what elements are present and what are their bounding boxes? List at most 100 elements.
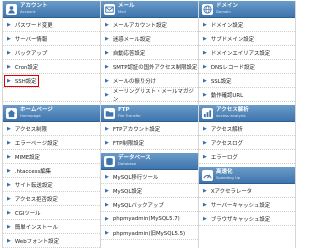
menu-item-htaccess[interactable]: ▶ .htaccess編集 [3,164,100,178]
menu-item-access-analytics[interactable]: ▶ アクセス解析 [199,122,295,136]
arrow-right-icon: ▶ [203,139,207,146]
menu-item-mysql-migrate[interactable]: ▶ MySQL移行ツール [101,170,198,184]
menu-item-dns-record[interactable]: ▶ DNSレコード設定 [199,60,295,74]
arrow-right-icon: ▶ [7,181,11,188]
menu-item-mysql-backup[interactable]: ▶ MySQLバックアップ [101,198,198,212]
arrow-right-icon: ▶ [105,49,109,56]
menu-item-ftp-account[interactable]: ▶ FTPアカウント設定 [101,122,198,136]
panel-grid: アカウント Account ▶ パスワード変更 ▶ サーバー情報 ▶ バックアップ ▶… [2,1,296,248]
arrow-right-icon: ▶ [105,201,109,208]
arrow-right-icon: ▶ [203,49,207,56]
server-panel: アカウント Account ▶ パスワード変更 ▶ サーバー情報 ▶ バックアップ ▶… [0,0,300,248]
speedup-subtitle: Speeding Up [216,175,241,181]
menu-item-cgi[interactable]: ▶ CGIツール [3,206,100,220]
menu-item-access-deny[interactable]: ▶ アクセス拒否設定 [3,192,100,206]
arrow-right-icon: ▶ [105,91,109,98]
menu-item-error-log[interactable]: ▶ エラーログ [199,150,295,164]
menu-item-mailing-list[interactable]: ▶ メーリングリスト・メールマガジン [101,88,198,103]
menu-item-password[interactable]: ▶ パスワード変更 [3,18,100,32]
arrow-right-icon: ▶ [203,215,207,222]
analytics-header: アクセス解析 Access analysis [199,105,295,122]
arrow-right-icon: ▶ [7,125,11,132]
domain-subtitle: Domain [216,9,231,15]
menu-item-access-limit[interactable]: ▶ アクセス制限 [3,122,100,136]
menu-item-phpmyadmin-55[interactable]: ▶ phpmyadmin(旧MySQL5.5) [101,226,198,240]
empty-row [3,88,100,102]
menu-item-domain-alias[interactable]: ▶ ドメインエイリアス設定 [199,46,295,60]
analytics-subtitle: Access analysis [216,113,246,119]
menu-item-ftp-limit[interactable]: ▶ FTP制限設定 [101,136,198,150]
chart-icon [202,107,213,119]
arrow-right-icon: ▶ [105,215,109,222]
speed-icon [202,169,213,181]
domain-menu: ▶ ドメイン設定 ▶ サブドメイン設定 ▶ ドメインエイリアス設定 ▶ DNSレコード設… [199,18,295,102]
arrow-right-icon: ▶ [7,35,11,42]
menu-item-error-page[interactable]: ▶ エラーページ設定 [3,136,100,150]
folder-icon [104,107,115,119]
menu-item-domain-settings[interactable]: ▶ ドメイン設定 [199,18,295,32]
homepage-menu: ▶ アクセス制限 ▶ エラーページ設定 ▶ MIME設定 ▶ .htaccess編集 ▶… [3,122,100,248]
menu-item-site-redirect[interactable]: ▶ サイト転送設定 [3,178,100,192]
database-subtitle: Database [118,161,137,167]
user-icon [6,3,17,15]
arrow-right-icon: ▶ [7,223,11,230]
arrow-right-icon: ▶ [7,139,11,146]
account-menu: ▶ パスワード変更 ▶ サーバー情報 ▶ バックアップ ▶ Cron設定 ▶ SSH設定 [3,18,100,102]
arrow-right-icon: ▶ [7,167,11,174]
arrow-right-icon: ▶ [7,21,11,28]
menu-item-web-font[interactable]: ▶ Webフォント設定 [3,234,100,248]
mail-header: メール Mail [101,1,198,18]
menu-item-ssh[interactable]: ▶ SSH設定 [3,74,40,88]
arrow-right-icon: ▶ [203,153,207,160]
menu-item-ssl[interactable]: ▶ SSL設定 [199,74,295,88]
menu-item-server-cache[interactable]: ▶ サーバーキャッシュ設定 [199,198,295,212]
menu-item-mail-account[interactable]: ▶ メールアカウント設定 [101,18,198,32]
menu-item-spam[interactable]: ▶ 迷惑メール設定 [101,32,198,46]
arrow-right-icon: ▶ [105,77,109,84]
arrow-right-icon: ▶ [203,35,207,42]
ftp-menu: ▶ FTPアカウント設定 ▶ FTP制限設定 [101,122,198,150]
arrow-right-icon: ▶ [105,125,109,132]
arrow-right-icon: ▶ [105,35,109,42]
arrow-right-icon: ▶ [105,63,109,70]
menu-item-access-log[interactable]: ▶ アクセスログ [199,136,295,150]
menu-item-subdomain[interactable]: ▶ サブドメイン設定 [199,32,295,46]
arrow-right-icon: ▶ [7,153,11,160]
arrow-right-icon: ▶ [7,49,11,56]
menu-item-browser-cache[interactable]: ▶ ブラウザキャッシュ設定 [199,212,295,226]
database-menu: ▶ MySQL移行ツール ▶ MySQL設定 ▶ MySQLバックアップ ▶ phpmy… [101,170,198,240]
homepage-header: ホームページ Homepage [3,105,100,122]
arrow-right-icon: ▶ [7,63,11,70]
speedup-menu: ▶ Xアクセラレータ ▶ サーバーキャッシュ設定 ▶ ブラウザキャッシュ設定 [199,184,295,226]
menu-item-cron[interactable]: ▶ Cron設定 [3,60,100,74]
menu-item-x-accelerator[interactable]: ▶ Xアクセラレータ [199,184,295,198]
arrow-right-icon: ▶ [7,195,11,202]
home-icon [6,107,17,119]
arrow-right-icon: ▶ [7,77,11,84]
menu-item-easy-install[interactable]: ▶ 簡単インストール [3,220,100,234]
arrow-right-icon: ▶ [203,77,207,84]
mail-icon [104,3,115,15]
menu-item-server-info[interactable]: ▶ サーバー情報 [3,32,100,46]
ftp-subtitle: File Transfer [118,113,141,119]
menu-item-backup[interactable]: ▶ バックアップ [3,46,100,60]
arrow-right-icon: ▶ [203,187,207,194]
speedup-header: 高速化 Speeding Up [199,167,295,184]
arrow-right-icon: ▶ [203,201,207,208]
arrow-right-icon: ▶ [105,229,109,236]
arrow-right-icon: ▶ [203,63,207,70]
arrow-right-icon: ▶ [105,21,109,28]
arrow-right-icon: ▶ [105,139,109,146]
menu-item-auto-reply[interactable]: ▶ 自動応答設定 [101,46,198,60]
menu-item-mysql-settings[interactable]: ▶ MySQL設定 [101,184,198,198]
menu-item-smtp-restrict[interactable]: ▶ SMTP認証の国外アクセス制限設定 [101,60,198,74]
mail-subtitle: Mail [118,9,126,15]
menu-item-check-url[interactable]: ▶ 動作確認URL [199,88,295,102]
domain-header: ドメイン Domain [199,1,295,18]
database-icon [104,155,115,167]
homepage-subtitle: Homepage [20,113,41,119]
arrow-right-icon: ▶ [105,187,109,194]
column-2: メール Mail ▶ メールアカウント設定 ▶ 迷惑メール設定 ▶ 自動応答設定 ▶ S… [100,1,198,248]
menu-item-mime[interactable]: ▶ MIME設定 [3,150,100,164]
menu-item-phpmyadmin-57[interactable]: ▶ phpmyadmin(MySQL5.7) [101,212,198,226]
